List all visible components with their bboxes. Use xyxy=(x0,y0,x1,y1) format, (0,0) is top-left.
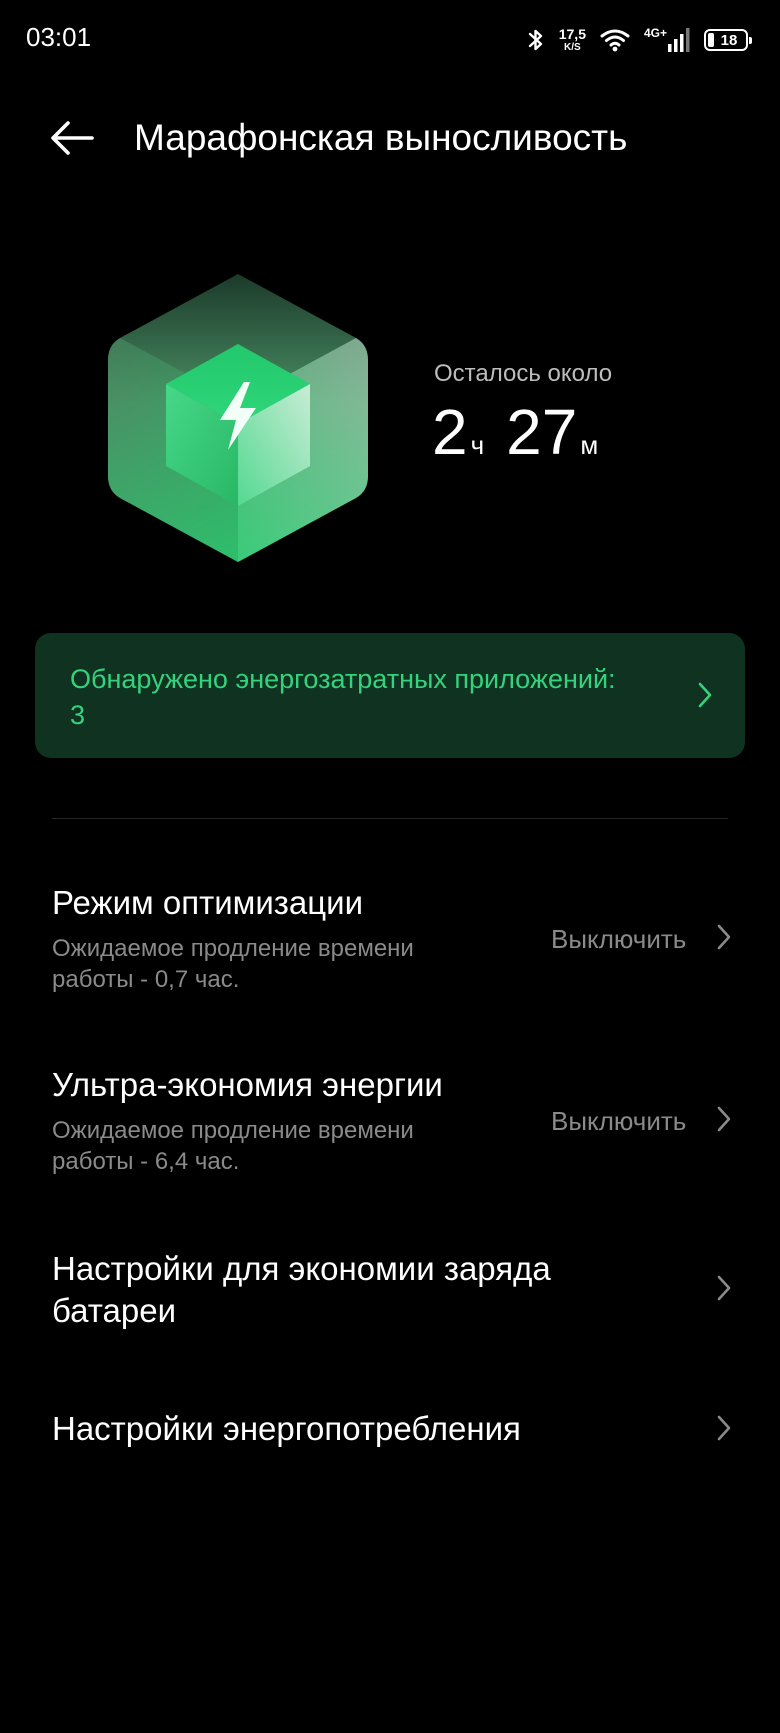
signal-icon xyxy=(668,28,690,52)
power-consumption-title: Настройки энергопотребления xyxy=(52,1410,521,1447)
battery-cube-icon xyxy=(106,270,370,571)
remaining-minutes: 27 xyxy=(506,396,578,468)
settings-row-power-consumption[interactable]: Настройки энергопотребления xyxy=(0,1400,780,1460)
optimization-mode-subtitle: Ожидаемое продление времени работы - 0,7… xyxy=(52,935,414,993)
remaining-minutes-unit: м xyxy=(580,430,599,460)
status-icons: 17,5 K/S 4G+ 18 xyxy=(527,20,752,60)
settings-row-optimization-mode[interactable]: Режим оптимизации Ожидаемое продление вр… xyxy=(0,870,780,1010)
remaining-label: Осталось около xyxy=(434,360,613,387)
bluetooth-icon xyxy=(527,27,545,53)
power-hungry-apps-text: Обнаружено энергозатратных приложений: 3 xyxy=(70,664,616,730)
optimization-mode-title: Режим оптимизации xyxy=(52,884,364,921)
network-speed-value: 17,5 xyxy=(558,26,586,42)
battery-fill xyxy=(708,33,714,47)
settings-row-battery-saving[interactable]: Настройки для экономии заряда батареи xyxy=(0,1238,780,1338)
network-speed-unit: K/S xyxy=(564,42,581,53)
divider xyxy=(52,818,728,819)
wifi-icon xyxy=(600,28,630,52)
page-title: Марафонская выносливость xyxy=(134,117,628,158)
ultra-power-saving-title: Ультра-экономия энергии xyxy=(52,1066,443,1103)
remaining-time: 2 ч 27 м xyxy=(432,395,598,469)
signal-indicator: 4G+ xyxy=(643,26,690,52)
back-button[interactable] xyxy=(44,112,100,168)
battery-level: 18 xyxy=(720,31,738,49)
remaining-hours: 2 xyxy=(432,396,468,468)
settings-row-ultra-power-saving[interactable]: Ультра-экономия энергии Ожидаемое продле… xyxy=(0,1052,780,1192)
remaining-hours-unit: ч xyxy=(470,430,485,460)
network-speed: 17,5 K/S xyxy=(559,27,586,53)
chevron-right-icon xyxy=(716,923,732,951)
back-arrow-icon xyxy=(48,118,96,163)
network-type: 4G+ xyxy=(643,26,667,40)
ultra-power-saving-value: Выключить xyxy=(551,1106,687,1136)
ultra-power-saving-subtitle: Ожидаемое продление времени работы - 6,4… xyxy=(52,1117,414,1175)
status-time: 03:01 xyxy=(26,22,92,52)
battery-icon: 18 xyxy=(704,29,752,51)
chevron-right-icon xyxy=(697,681,713,714)
optimization-mode-value: Выключить xyxy=(551,924,687,954)
battery-saving-title: Настройки для экономии заряда батареи xyxy=(52,1250,551,1329)
power-hungry-apps-banner[interactable]: Обнаружено энергозатратных приложений: 3 xyxy=(35,633,745,758)
chevron-right-icon xyxy=(716,1274,732,1302)
chevron-right-icon xyxy=(716,1414,732,1442)
chevron-right-icon xyxy=(716,1105,732,1133)
